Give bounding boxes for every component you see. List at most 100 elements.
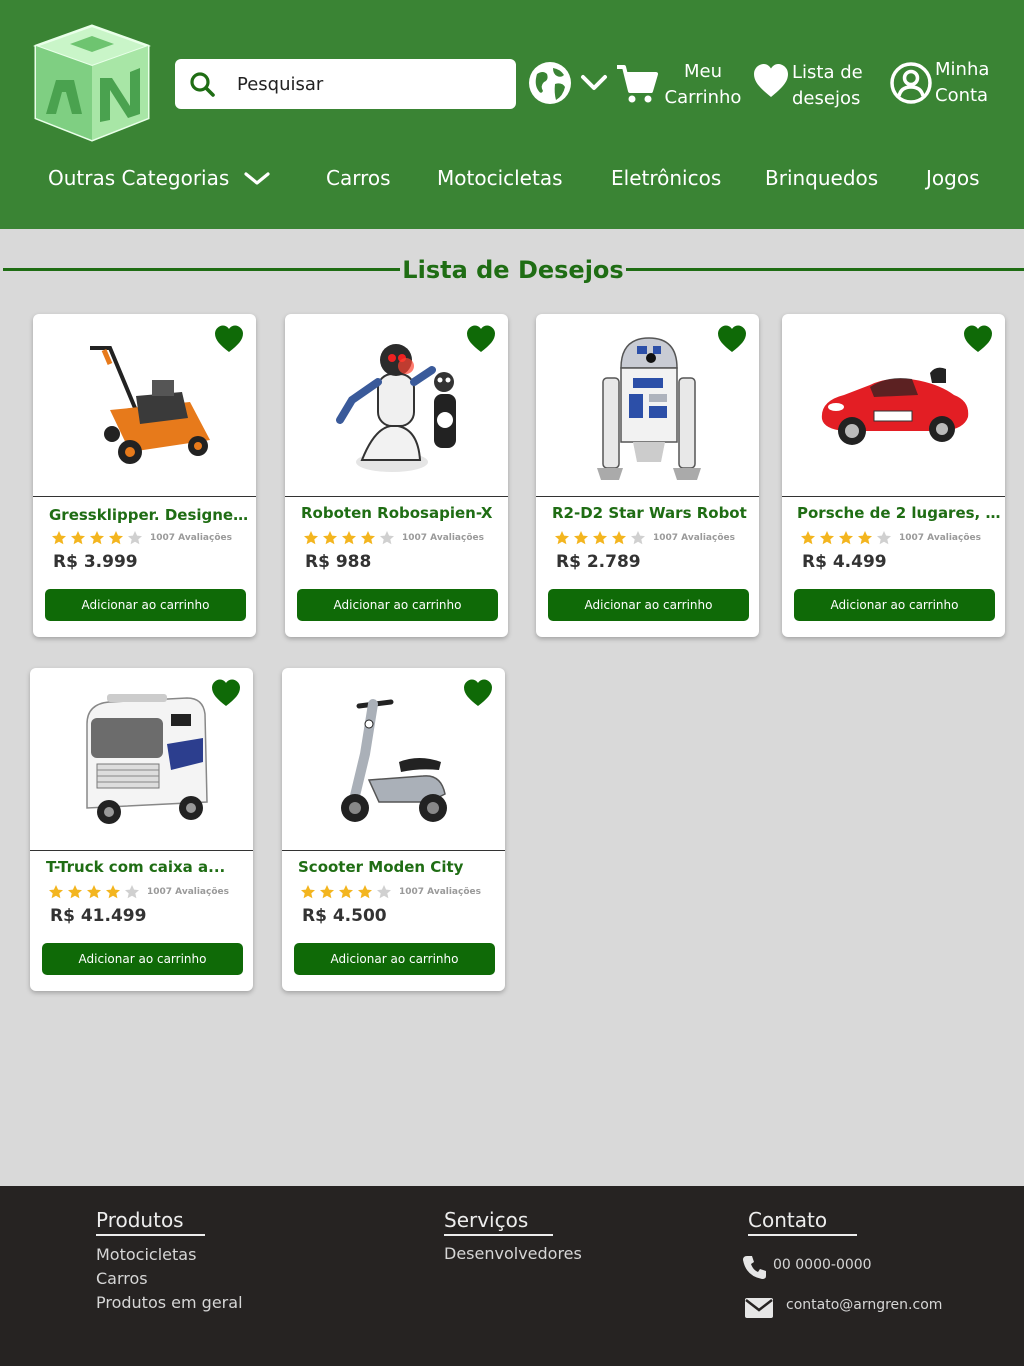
star-filled-icon bbox=[68, 885, 82, 899]
footer-products-title: Produtos bbox=[96, 1208, 205, 1236]
rating-stars bbox=[48, 884, 143, 900]
footer-link-motocicletas[interactable]: Motocicletas bbox=[96, 1245, 196, 1264]
rating: 1007 Avaliações bbox=[554, 530, 735, 546]
add-to-cart-button[interactable]: Adicionar ao carrinho bbox=[297, 589, 498, 621]
account-link[interactable]: Minha Conta bbox=[935, 57, 999, 109]
star-filled-icon bbox=[342, 531, 356, 545]
site-header: Meu Carrinho Lista de desejos Minha Cont… bbox=[0, 0, 1024, 229]
heart-icon[interactable] bbox=[211, 678, 241, 708]
rating-stars bbox=[300, 884, 395, 900]
review-count: 1007 Avaliações bbox=[150, 533, 232, 543]
lawn-mower-image bbox=[89, 346, 210, 464]
rating: 1007 Avaliações bbox=[303, 530, 484, 546]
product-card: Gressklipper. Designet... 1007 Avaliaçõe… bbox=[33, 314, 256, 637]
chevron-down-icon[interactable] bbox=[579, 70, 609, 94]
product-name[interactable]: R2-D2 Star Wars Robot bbox=[552, 504, 752, 522]
product-name[interactable]: Porsche de 2 lugares, Ca... bbox=[797, 504, 1002, 522]
star-empty-icon bbox=[877, 531, 891, 545]
star-filled-icon bbox=[612, 531, 626, 545]
search-icon[interactable] bbox=[189, 71, 215, 97]
review-count: 1007 Avaliações bbox=[899, 533, 981, 543]
star-filled-icon bbox=[71, 531, 85, 545]
heart-icon[interactable] bbox=[463, 678, 493, 708]
review-count: 1007 Avaliações bbox=[653, 533, 735, 543]
star-filled-icon bbox=[858, 531, 872, 545]
footer-email[interactable]: contato@arngren.com bbox=[786, 1297, 942, 1313]
star-filled-icon bbox=[320, 885, 334, 899]
toy-truck-image bbox=[85, 694, 208, 824]
cube-logo-icon[interactable] bbox=[30, 22, 154, 144]
wishlist-link[interactable]: Lista de desejos bbox=[792, 60, 870, 112]
nav-item-carros[interactable]: Carros bbox=[326, 166, 391, 190]
title-divider-right bbox=[626, 268, 1024, 271]
star-filled-icon bbox=[109, 531, 123, 545]
search-input[interactable] bbox=[237, 73, 497, 95]
cart-link[interactable]: Meu Carrinho bbox=[660, 59, 746, 111]
star-filled-icon bbox=[49, 885, 63, 899]
add-to-cart-button[interactable]: Adicionar ao carrinho bbox=[294, 943, 495, 975]
nav-item-brinquedos[interactable]: Brinquedos bbox=[765, 166, 878, 190]
heart-icon[interactable] bbox=[214, 324, 244, 354]
nav-other-categories[interactable]: Outras Categorias bbox=[48, 166, 229, 190]
cart-label-line2: Carrinho bbox=[664, 87, 742, 108]
footer-services-title: Serviços bbox=[444, 1208, 553, 1236]
add-to-cart-button[interactable]: Adicionar ao carrinho bbox=[548, 589, 749, 621]
product-price: R$ 2.789 bbox=[556, 552, 641, 572]
product-name[interactable]: Scooter Moden City bbox=[298, 858, 498, 876]
scooter-image bbox=[340, 699, 447, 822]
account-icon[interactable] bbox=[889, 61, 933, 105]
star-filled-icon bbox=[323, 531, 337, 545]
add-to-cart-button[interactable]: Adicionar ao carrinho bbox=[45, 589, 246, 621]
nav-item-jogos[interactable]: Jogos bbox=[926, 166, 980, 190]
product-card: R2-D2 Star Wars Robot 1007 Avaliações R$… bbox=[536, 314, 759, 637]
star-filled-icon bbox=[304, 531, 318, 545]
heart-icon[interactable] bbox=[466, 324, 496, 354]
star-filled-icon bbox=[593, 531, 607, 545]
heart-icon[interactable] bbox=[752, 62, 790, 100]
star-filled-icon bbox=[358, 885, 372, 899]
nav-item-eletronicos[interactable]: Eletrônicos bbox=[611, 166, 721, 190]
product-card: Roboten Robosapien-X 1007 Avaliações R$ … bbox=[285, 314, 508, 637]
star-filled-icon bbox=[839, 531, 853, 545]
heart-icon[interactable] bbox=[717, 324, 747, 354]
footer-link-produtos-geral[interactable]: Produtos em geral bbox=[96, 1293, 243, 1312]
star-filled-icon bbox=[106, 885, 120, 899]
wishlist-label-line1: Lista de bbox=[792, 62, 863, 83]
search-bar bbox=[175, 59, 516, 109]
product-price: R$ 4.500 bbox=[302, 906, 387, 926]
cart-icon[interactable] bbox=[615, 63, 659, 105]
rating-stars bbox=[800, 530, 895, 546]
star-filled-icon bbox=[301, 885, 315, 899]
footer-phone[interactable]: 00 0000-0000 bbox=[773, 1257, 872, 1273]
globe-icon[interactable] bbox=[527, 60, 573, 106]
footer-link-desenvolvedores[interactable]: Desenvolvedores bbox=[444, 1244, 582, 1263]
phone-icon bbox=[743, 1256, 766, 1279]
star-filled-icon bbox=[361, 531, 375, 545]
star-empty-icon bbox=[377, 885, 391, 899]
footer-contact-title: Contato bbox=[748, 1208, 857, 1236]
star-filled-icon bbox=[574, 531, 588, 545]
product-name[interactable]: T-Truck com caixa a... bbox=[46, 858, 246, 876]
star-empty-icon bbox=[631, 531, 645, 545]
star-empty-icon bbox=[125, 885, 139, 899]
add-to-cart-button[interactable]: Adicionar ao carrinho bbox=[42, 943, 243, 975]
product-name[interactable]: Gressklipper. Designet... bbox=[49, 506, 249, 524]
chevron-down-icon[interactable] bbox=[242, 168, 272, 190]
account-label-line2: Conta bbox=[935, 85, 989, 106]
product-name[interactable]: Roboten Robosapien-X bbox=[301, 504, 501, 522]
page-title: Lista de Desejos bbox=[402, 256, 624, 284]
heart-icon[interactable] bbox=[963, 324, 993, 354]
product-card: Scooter Moden City 1007 Avaliações R$ 4.… bbox=[282, 668, 505, 991]
cart-label-line1: Meu bbox=[683, 61, 722, 82]
star-empty-icon bbox=[128, 531, 142, 545]
review-count: 1007 Avaliações bbox=[147, 887, 229, 897]
wishlist-label-line2: desejos bbox=[792, 88, 861, 109]
add-to-cart-button[interactable]: Adicionar ao carrinho bbox=[794, 589, 995, 621]
product-card: T-Truck com caixa a... 1007 Avaliações R… bbox=[30, 668, 253, 991]
rating-stars bbox=[51, 530, 146, 546]
rating: 1007 Avaliações bbox=[300, 884, 481, 900]
footer-link-carros[interactable]: Carros bbox=[96, 1269, 148, 1288]
nav-item-motocicletas[interactable]: Motocicletas bbox=[437, 166, 563, 190]
star-filled-icon bbox=[90, 531, 104, 545]
product-price: R$ 41.499 bbox=[50, 906, 147, 926]
